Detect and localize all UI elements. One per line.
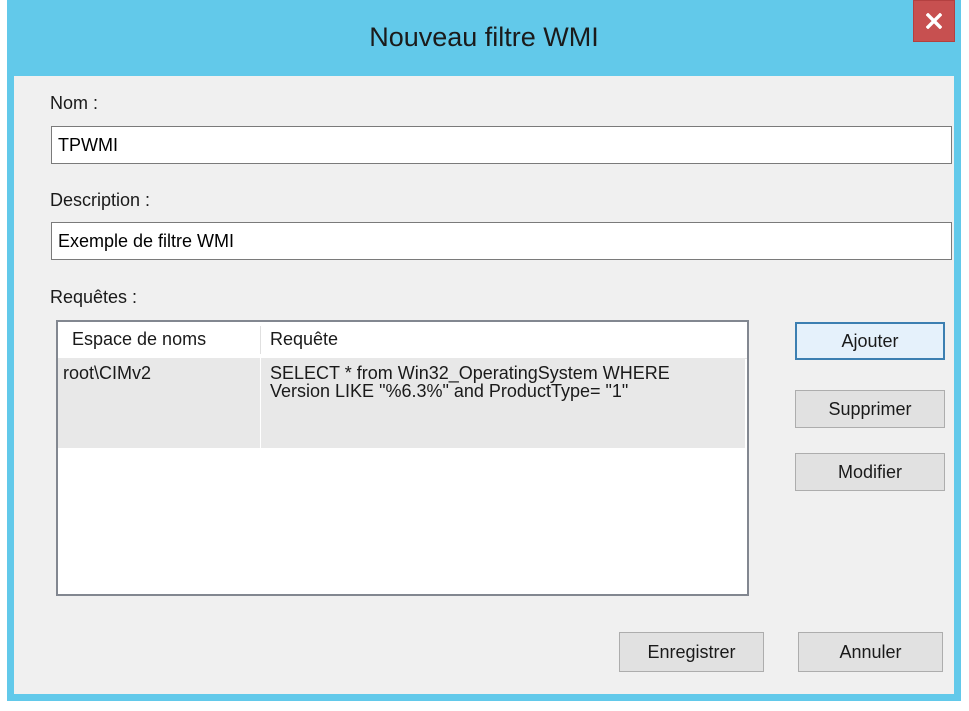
description-field[interactable]: Exemple de filtre WMI	[51, 222, 952, 260]
dialog-window: Nouveau filtre WMI Nom : TPWMI Descripti…	[7, 0, 961, 701]
cell-query: SELECT * from Win32_OperatingSystem WHER…	[270, 363, 670, 401]
list-header: Espace de noms Requête	[58, 322, 747, 359]
column-header-namespace[interactable]: Espace de noms	[72, 329, 206, 350]
column-separator[interactable]	[260, 326, 261, 354]
save-button-label: Enregistrer	[647, 642, 736, 662]
edit-button-label: Modifier	[837, 462, 903, 482]
add-button-label: Ajouter	[841, 331, 899, 351]
queries-label: Requêtes :	[50, 287, 138, 307]
cancel-button-label: Annuler	[839, 642, 902, 662]
row-divider	[260, 358, 261, 448]
cell-namespace: root\CIMv2	[63, 363, 152, 383]
column-header-query[interactable]: Requête	[270, 329, 338, 350]
description-label: Description :	[50, 190, 151, 210]
remove-button[interactable]: Supprimer	[795, 390, 945, 428]
close-icon	[926, 13, 942, 29]
title-bar[interactable]: Nouveau filtre WMI	[7, 0, 961, 76]
close-button[interactable]	[913, 0, 955, 42]
remove-button-label: Supprimer	[828, 399, 912, 419]
name-field[interactable]: TPWMI	[51, 126, 952, 164]
edit-button[interactable]: Modifier	[795, 453, 945, 491]
add-button[interactable]: Ajouter	[795, 322, 945, 360]
table-row[interactable]: root\CIMv2 SELECT * from Win32_Operating…	[58, 358, 745, 448]
dialog-body: Nom : TPWMI Description : Exemple de fil…	[14, 76, 954, 694]
save-button[interactable]: Enregistrer	[619, 632, 764, 672]
dialog-title: Nouveau filtre WMI	[369, 22, 599, 52]
queries-list[interactable]: Espace de noms Requête root\CIMv2 SELECT…	[56, 320, 749, 596]
cancel-button[interactable]: Annuler	[798, 632, 943, 672]
name-label: Nom :	[50, 93, 99, 113]
